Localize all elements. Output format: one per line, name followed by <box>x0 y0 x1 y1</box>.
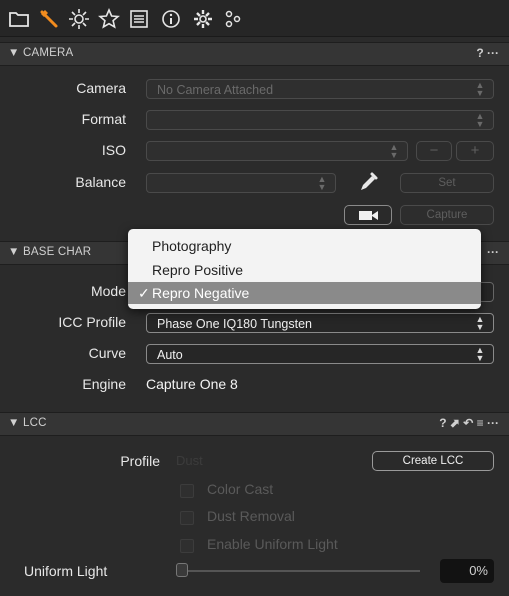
curve-label: Curve <box>88 345 126 361</box>
menu-item-repro-positive[interactable]: Repro Positive <box>128 259 481 281</box>
camera-label: Camera <box>76 80 126 96</box>
iso-select[interactable]: ▲ ▼ <box>146 141 408 161</box>
section-title: ▼ LCC <box>8 417 47 429</box>
section-tools[interactable]: ? ⬈ ↶ ≡ ··· <box>439 416 499 430</box>
menu-item-photography[interactable]: Photography <box>128 235 481 257</box>
format-select[interactable]: ▲ ▼ <box>146 110 494 130</box>
lcc-section-header[interactable]: ▼ LCC ? ⬈ ↶ ≡ ··· <box>0 412 509 436</box>
chevron-updown-icon: ▲ ▼ <box>389 142 399 160</box>
icc-profile-value: Phase One IQ180 Tungsten <box>157 317 312 331</box>
section-title: ▼ BASE CHAR <box>8 246 92 258</box>
settings-icon[interactable] <box>190 6 216 32</box>
chevron-updown-icon: ▲ ▼ <box>317 174 327 192</box>
live-view-button[interactable] <box>344 205 392 225</box>
chevron-updown-icon: ▲ ▼ <box>475 345 485 363</box>
section-tools[interactable]: ? ··· <box>476 46 499 60</box>
balance-select[interactable]: ▲ ▼ <box>146 173 336 193</box>
mode-dropdown-menu: Photography Repro Positive ✓ Repro Negat… <box>128 229 481 309</box>
mode-label: Mode <box>90 283 126 299</box>
section-title: ▼ CAMERA <box>8 47 74 59</box>
uniform-light-slider-track[interactable] <box>188 570 420 572</box>
menu-item-label: Photography <box>152 238 232 254</box>
iso-minus-button[interactable]: − <box>416 141 452 161</box>
menu-item-label: Repro Positive <box>152 262 244 278</box>
list-icon[interactable] <box>126 6 152 32</box>
format-label: Format <box>81 111 126 127</box>
create-lcc-button[interactable]: Create LCC <box>372 451 494 471</box>
iso-plus-button[interactable]: + <box>456 141 494 161</box>
camera-select[interactable]: No Camera Attached ▲ ▼ <box>146 79 494 99</box>
info-icon[interactable] <box>158 6 184 32</box>
enable-uniform-light-checkbox[interactable] <box>180 539 194 553</box>
uniform-light-slider-knob[interactable] <box>176 563 188 577</box>
exposure-icon[interactable] <box>66 6 92 32</box>
chevron-updown-icon: ▲ ▼ <box>475 80 485 98</box>
iso-label: ISO <box>101 142 126 158</box>
video-camera-icon <box>359 211 378 220</box>
profile-label: Profile <box>120 453 160 469</box>
eyedropper-icon[interactable] <box>356 170 380 194</box>
enable-uniform-light-label: Enable Uniform Light <box>207 536 338 552</box>
camera-section-header[interactable]: ▼ CAMERA ? ··· <box>0 42 509 66</box>
chevron-updown-icon: ▲ ▼ <box>475 314 485 332</box>
tool-tab-bar <box>0 0 509 37</box>
dust-removal-checkbox[interactable] <box>180 511 194 525</box>
set-button[interactable]: Set <box>400 173 494 193</box>
section-tools[interactable]: ··· <box>487 245 499 259</box>
checkmark-icon: ✓ <box>138 285 150 301</box>
menu-item-label: Repro Negative <box>152 285 250 301</box>
color-cast-checkbox[interactable] <box>180 484 194 498</box>
profile-value: Dust <box>176 453 203 468</box>
star-icon[interactable] <box>96 6 122 32</box>
icc-profile-label: ICC Profile <box>58 314 126 330</box>
uniform-light-value[interactable]: 0% <box>440 559 494 583</box>
color-cast-label: Color Cast <box>207 481 274 497</box>
uniform-light-label: Uniform Light <box>24 563 108 579</box>
folder-icon[interactable] <box>6 6 32 32</box>
dust-removal-label: Dust Removal <box>207 508 295 524</box>
balance-label: Balance <box>75 174 126 190</box>
sliders-icon[interactable] <box>220 6 246 32</box>
menu-item-repro-negative[interactable]: ✓ Repro Negative <box>128 282 481 304</box>
camera-value: No Camera Attached <box>157 83 274 97</box>
icc-profile-select[interactable]: Phase One IQ180 Tungsten ▲ ▼ <box>146 313 494 333</box>
curve-value: Auto <box>157 348 183 362</box>
adjust-tool-icon[interactable] <box>36 6 62 32</box>
curve-select[interactable]: Auto ▲ ▼ <box>146 344 494 364</box>
chevron-updown-icon: ▲ ▼ <box>475 111 485 129</box>
engine-value: Capture One 8 <box>146 376 238 392</box>
engine-label: Engine <box>82 376 126 392</box>
capture-button[interactable]: Capture <box>400 205 494 225</box>
